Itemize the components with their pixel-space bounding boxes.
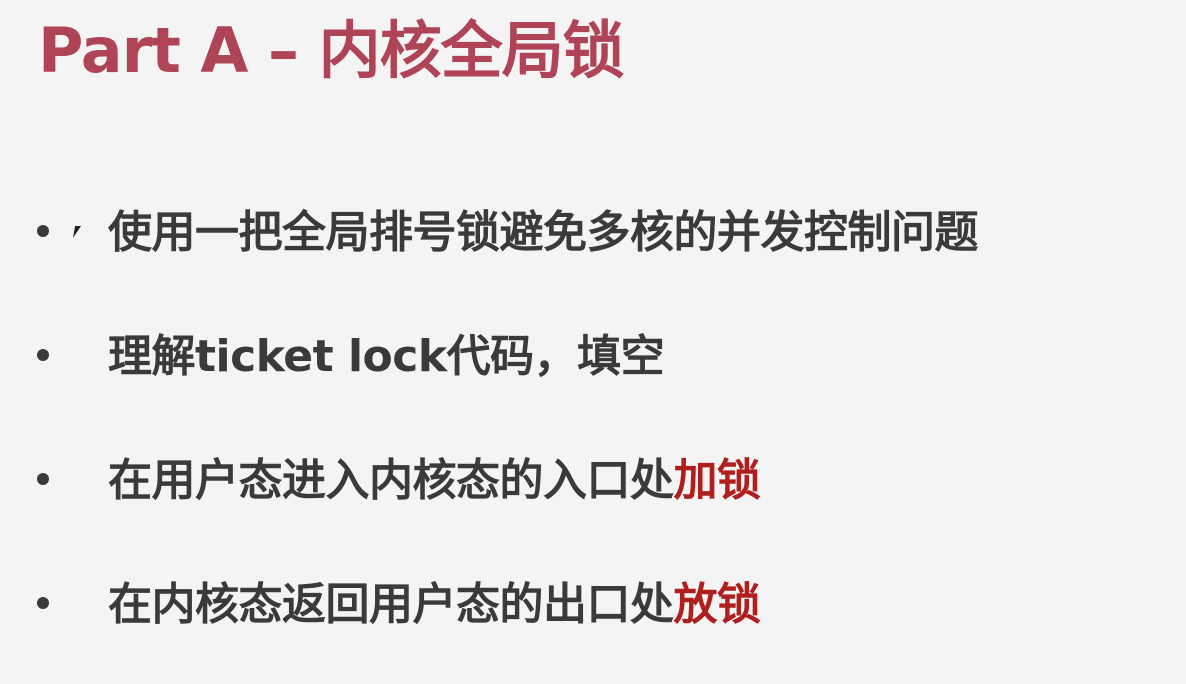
bullet-dot-icon xyxy=(37,597,49,609)
bullet-text: 理解ticket lock代码，填空 xyxy=(108,322,665,392)
bullet-dot-icon xyxy=(37,473,49,485)
bullet-item: 使用一把全局排号锁避免多核的并发控制问题 xyxy=(0,198,1186,268)
bullet-text-main: 在用户态进入内核态的入口处 xyxy=(108,455,674,506)
bullet-text: 使用一把全局排号锁避免多核的并发控制问题 xyxy=(108,198,979,268)
bullet-dot-icon xyxy=(37,225,49,237)
bullet-dot-icon xyxy=(37,349,49,361)
bullet-highlight: 放锁 xyxy=(673,579,762,630)
bullet-text: 在用户态进入内核态的入口处加锁 xyxy=(108,446,761,516)
slide: Part A – 内核全局锁 使用一把全局排号锁避免多核的并发控制问题 理解ti… xyxy=(0,0,1186,684)
bullet-text-main: 使用一把全局排号锁避免多核的并发控制问题 xyxy=(108,207,979,258)
bullet-item: 在用户态进入内核态的入口处加锁 xyxy=(0,446,1186,516)
bullet-list: 使用一把全局排号锁避免多核的并发控制问题 理解ticket lock代码，填空 … xyxy=(0,0,1186,684)
bullet-text: 在内核态返回用户态的出口处放锁 xyxy=(108,570,761,640)
bullet-text-main: 在内核态返回用户态的出口处 xyxy=(108,579,674,630)
bullet-text-main: 理解ticket lock代码，填空 xyxy=(108,331,665,382)
bullet-highlight: 加锁 xyxy=(673,455,762,506)
bullet-item: 在内核态返回用户态的出口处放锁 xyxy=(0,570,1186,640)
bullet-item: 理解ticket lock代码，填空 xyxy=(0,322,1186,392)
